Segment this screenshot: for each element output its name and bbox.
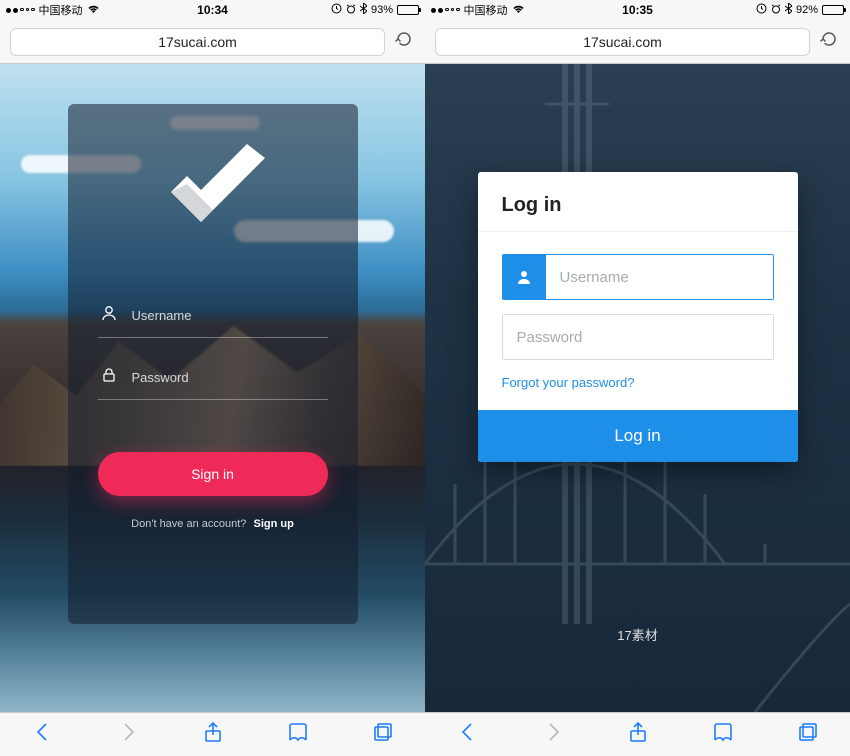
url-field[interactable]: 17sucai.com (10, 28, 385, 56)
carrier-label: 中国移动 (464, 2, 508, 18)
rotation-lock-icon (331, 3, 342, 17)
carrier-label: 中国移动 (39, 2, 83, 18)
status-bar: 中国移动 10:34 93% (0, 0, 425, 20)
forward-icon (116, 720, 140, 749)
share-icon[interactable] (201, 720, 225, 749)
password-input[interactable] (132, 370, 326, 385)
sign-in-button[interactable]: Sign in (98, 452, 328, 496)
forward-icon (541, 720, 565, 749)
wifi-icon (512, 4, 525, 17)
user-icon (503, 255, 546, 299)
login-panel: Sign in Don't have an account? Sign up (68, 104, 358, 624)
address-bar: 17sucai.com (425, 20, 850, 64)
lock-icon (100, 366, 118, 389)
safari-toolbar (0, 712, 425, 756)
share-icon[interactable] (626, 720, 650, 749)
password-input[interactable] (503, 315, 773, 359)
back-icon[interactable] (31, 720, 55, 749)
checkmark-logo-icon (153, 144, 273, 234)
phone-right: 中国移动 10:35 92% (425, 0, 850, 756)
sign-up-link[interactable]: Sign up (253, 518, 293, 530)
forgot-password-link[interactable]: Forgot your password? (502, 375, 635, 390)
url-text: 17sucai.com (583, 34, 662, 50)
battery-icon (397, 5, 419, 15)
tabs-icon[interactable] (371, 720, 395, 749)
alarm-icon (771, 4, 781, 17)
footer-text: 17素材 (617, 625, 657, 644)
bookmarks-icon[interactable] (286, 720, 310, 749)
username-input[interactable] (132, 308, 326, 323)
user-icon (100, 304, 118, 327)
url-text: 17sucai.com (158, 34, 237, 50)
address-bar: 17sucai.com (0, 20, 425, 64)
card-title: Log in (502, 194, 774, 217)
status-bar: 中国移动 10:35 92% (425, 0, 850, 20)
log-in-button[interactable]: Log in (478, 410, 798, 462)
page-content: Log in Forgot your password? Log in (425, 64, 850, 712)
signup-prompt-text: Don't have an account? (131, 518, 246, 530)
safari-toolbar (425, 712, 850, 756)
signup-prompt: Don't have an account? Sign up (131, 518, 294, 530)
clock: 10:35 (622, 3, 653, 17)
username-input[interactable] (546, 255, 773, 299)
signal-dots-icon (6, 8, 35, 13)
login-card: Log in Forgot your password? Log in (478, 172, 798, 462)
battery-percent: 92% (796, 4, 818, 16)
rotation-lock-icon (756, 3, 767, 17)
page-content: Sign in Don't have an account? Sign up (0, 64, 425, 712)
bluetooth-icon (785, 3, 792, 17)
phone-left: 中国移动 10:34 93% (0, 0, 425, 756)
tabs-icon[interactable] (796, 720, 820, 749)
password-field[interactable] (502, 314, 774, 360)
battery-icon (822, 5, 844, 15)
battery-percent: 93% (371, 4, 393, 16)
wifi-icon (87, 4, 100, 17)
alarm-icon (346, 4, 356, 17)
bookmarks-icon[interactable] (711, 720, 735, 749)
url-field[interactable]: 17sucai.com (435, 28, 810, 56)
signal-dots-icon (431, 8, 460, 13)
bluetooth-icon (360, 3, 367, 17)
username-field[interactable] (502, 254, 774, 300)
username-field[interactable] (98, 294, 328, 338)
reload-icon[interactable] (393, 30, 415, 53)
back-icon[interactable] (456, 720, 480, 749)
clock: 10:34 (197, 3, 228, 17)
password-field[interactable] (98, 356, 328, 400)
reload-icon[interactable] (818, 30, 840, 53)
